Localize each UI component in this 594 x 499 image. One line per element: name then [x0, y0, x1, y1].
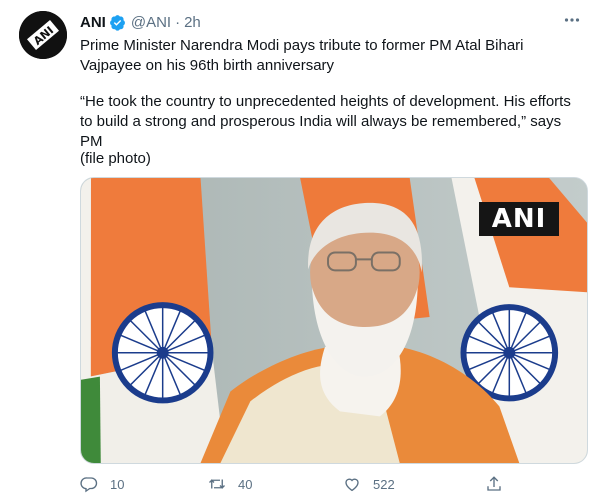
avatar[interactable]: ANI — [19, 11, 67, 59]
retweet-button[interactable]: 40 — [208, 472, 252, 496]
verified-badge-icon — [109, 14, 126, 31]
separator-dot: · — [175, 13, 181, 31]
tweet-card[interactable]: ANI ANI @ANI · 2h Prime Minister Narendr… — [0, 0, 594, 499]
share-button[interactable] — [485, 472, 503, 496]
tweet-text-paragraph-2: “He took the country to unprecedented he… — [80, 93, 571, 150]
author-name[interactable]: ANI — [80, 14, 106, 31]
tweet-text-paragraph-1: Prime Minister Narendra Modi pays tribut… — [80, 37, 524, 74]
tweet-actions: 10 40 522 — [80, 472, 585, 496]
reply-count: 10 — [110, 476, 125, 492]
share-icon — [485, 475, 503, 493]
tweet-timestamp[interactable]: 2h — [184, 14, 201, 31]
like-count: 522 — [373, 476, 395, 492]
tweet-header: ANI @ANI · 2h — [80, 12, 201, 32]
tweet-photo[interactable]: ANI — [80, 177, 588, 464]
reply-icon — [80, 475, 98, 493]
reply-button[interactable]: 10 — [80, 472, 124, 496]
ani-logo: ANI — [19, 11, 67, 59]
more-options-icon[interactable] — [562, 12, 582, 28]
ani-watermark: ANI — [479, 202, 559, 236]
retweet-icon — [208, 475, 226, 493]
author-handle[interactable]: @ANI — [131, 14, 171, 31]
tweet-text-paragraph-3: (file photo) — [80, 150, 151, 167]
heart-icon — [343, 475, 361, 493]
like-button[interactable]: 522 — [343, 472, 395, 496]
retweet-count: 40 — [238, 476, 253, 492]
